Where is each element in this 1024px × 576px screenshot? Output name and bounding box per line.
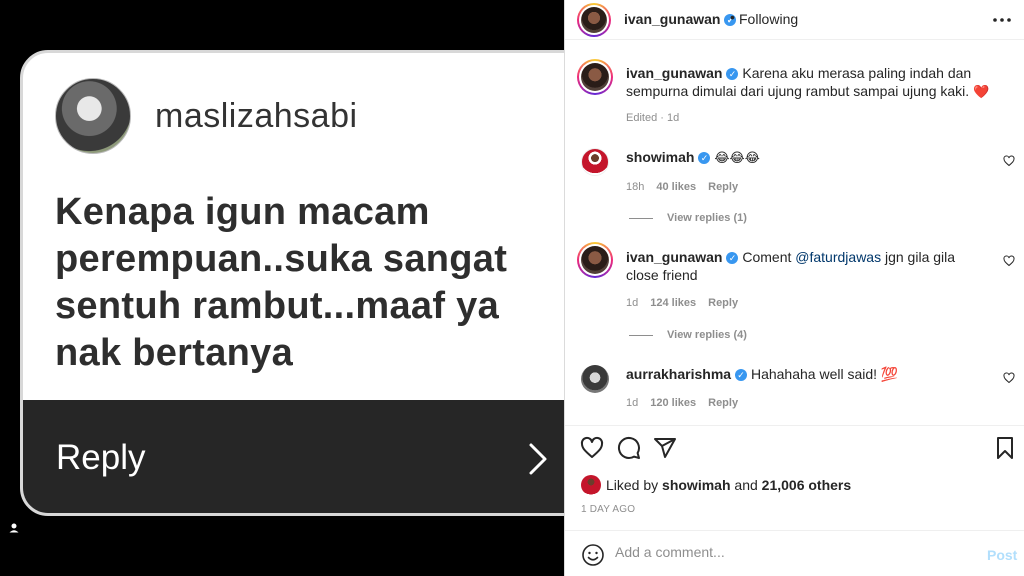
comment-like-heart-icon[interactable] bbox=[1003, 155, 1015, 167]
question-card-header: maslizahsabi bbox=[55, 78, 358, 154]
post-header: ivan_gunawan ✓ • Following bbox=[565, 0, 1024, 40]
header-username[interactable]: ivan_gunawan bbox=[624, 11, 720, 27]
header-separator: • bbox=[730, 9, 735, 25]
comment-text: ivan_gunawan ✓ Coment @faturdjawas jgn gi… bbox=[626, 248, 976, 284]
post-action-bar bbox=[565, 425, 1024, 471]
comment-body: Hahahaha well said! 💯 bbox=[750, 366, 899, 382]
comment-reply-button[interactable]: Reply bbox=[708, 397, 738, 409]
add-comment-input[interactable] bbox=[615, 544, 955, 560]
reply-thread-line bbox=[629, 334, 653, 336]
post-comment-button[interactable]: Post bbox=[987, 547, 1017, 563]
comment-mention-link[interactable]: @faturdjawas bbox=[795, 249, 881, 265]
comment-time: 18h bbox=[626, 181, 645, 193]
question-card-reply-bar: Reply bbox=[23, 400, 564, 513]
question-card-avatar bbox=[55, 78, 131, 154]
header-avatar[interactable] bbox=[577, 3, 611, 37]
comment-reply-button[interactable]: Reply bbox=[708, 297, 738, 309]
comment-meta: 1d 124 likes Reply bbox=[626, 297, 750, 309]
caption-meta: Edited · 1d bbox=[626, 112, 680, 124]
comment-like-heart-icon[interactable] bbox=[1003, 255, 1015, 267]
header-username-link[interactable]: ivan_gunawan ✓ bbox=[624, 11, 737, 27]
comment-meta: 18h 40 likes Reply bbox=[626, 181, 750, 193]
emoji-smiley-icon[interactable] bbox=[581, 543, 605, 567]
comment-avatar-ivan[interactable] bbox=[577, 242, 613, 278]
liked-by-others-link[interactable]: 21,006 others bbox=[762, 477, 852, 493]
liked-by-middle: and bbox=[730, 477, 762, 493]
chevron-right-icon bbox=[529, 443, 547, 475]
view-replies-label[interactable]: View replies (1) bbox=[667, 212, 747, 224]
like-heart-icon[interactable] bbox=[580, 436, 604, 460]
comment-reply-button[interactable]: Reply bbox=[708, 181, 738, 193]
view-replies-label[interactable]: View replies (4) bbox=[667, 329, 747, 341]
question-card-reply-label: Reply bbox=[56, 438, 146, 477]
heart-emoji: ❤️ bbox=[973, 85, 990, 100]
comment-body: 😂😂😂 bbox=[714, 151, 760, 166]
save-bookmark-icon[interactable] bbox=[993, 436, 1017, 460]
caption-text: ivan_gunawan ✓ Karena aku merasa paling i… bbox=[626, 64, 1006, 102]
comment-likes[interactable]: 120 likes bbox=[650, 397, 696, 409]
liked-by-user-link[interactable]: showimah bbox=[662, 477, 730, 493]
comment-time: 1d bbox=[626, 297, 639, 309]
verified-badge-icon: ✓ bbox=[726, 252, 739, 265]
post-details-panel: ivan_gunawan ✓ • Following ivan_gunawan ✓ … bbox=[564, 0, 1024, 576]
comment-body-prefix: Coment bbox=[742, 249, 796, 265]
view-replies-button[interactable]: View replies (1) bbox=[629, 212, 747, 224]
question-card-text: Kenapa igun macam perempuan..suka sangat… bbox=[55, 191, 508, 374]
verified-badge-icon: ✓ bbox=[698, 152, 711, 165]
comment-time: 1d bbox=[626, 397, 639, 409]
share-paper-plane-icon[interactable] bbox=[653, 436, 677, 460]
following-button[interactable]: Following bbox=[739, 11, 798, 27]
comment-username[interactable]: showimah bbox=[626, 149, 694, 165]
post-date[interactable]: 1 DAY AGO bbox=[581, 504, 635, 515]
comment-avatar-aurrakharishma[interactable] bbox=[581, 365, 609, 393]
liked-by-avatar[interactable] bbox=[581, 475, 601, 495]
comment-meta: 1d 120 likes Reply bbox=[626, 397, 750, 409]
comment-text: aurrakharishma ✓ Hahahaha well said! 💯 bbox=[626, 365, 986, 383]
liked-by-prefix: Liked by bbox=[606, 477, 663, 493]
question-card-username: maslizahsabi bbox=[155, 96, 358, 135]
view-replies-button[interactable]: View replies (4) bbox=[629, 329, 747, 341]
caption-avatar[interactable] bbox=[577, 59, 613, 95]
reply-thread-line bbox=[629, 217, 653, 219]
verified-badge-icon: ✓ bbox=[735, 369, 748, 382]
add-comment-bar: Post bbox=[565, 530, 1024, 576]
comment-bubble-icon[interactable] bbox=[617, 436, 641, 460]
comment-likes[interactable]: 124 likes bbox=[650, 297, 696, 309]
more-options-icon[interactable] bbox=[992, 10, 1012, 30]
question-sticker-card: maslizahsabi Kenapa igun macam perempuan… bbox=[20, 50, 564, 516]
post-media[interactable]: maslizahsabi Kenapa igun macam perempuan… bbox=[0, 0, 564, 576]
liked-by-summary: Liked by showimah and 21,006 others bbox=[606, 477, 851, 493]
caption-username[interactable]: ivan_gunawan bbox=[626, 65, 722, 81]
comment-like-heart-icon[interactable] bbox=[1003, 372, 1015, 384]
comment-text: showimah ✓ 😂😂😂 bbox=[626, 148, 986, 168]
verified-badge-icon: ✓ bbox=[726, 68, 739, 81]
comment-username[interactable]: aurrakharishma bbox=[626, 366, 731, 382]
comment-likes[interactable]: 40 likes bbox=[656, 181, 696, 193]
comment-username[interactable]: ivan_gunawan bbox=[626, 249, 722, 265]
comment-avatar-showimah[interactable] bbox=[581, 148, 609, 176]
tagged-user-icon[interactable] bbox=[6, 520, 22, 536]
